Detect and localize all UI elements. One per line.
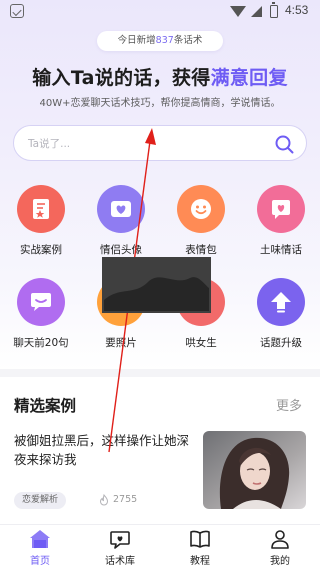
feature-icon-bg	[17, 185, 65, 233]
coax-icon	[192, 293, 210, 311]
battery-icon	[270, 2, 278, 18]
feature-icon-bg	[97, 278, 145, 326]
status-time: 4:53	[285, 3, 309, 17]
more-link[interactable]: 更多	[276, 395, 302, 414]
feature-huati-shengji[interactable]: 话题升级	[246, 278, 316, 373]
case-tag[interactable]: 恋爱解析	[14, 492, 67, 509]
feature-icon-bg	[177, 185, 225, 233]
status-bar: 4:53	[0, 0, 320, 24]
page-title-main: 输入Ta说的话，获得	[32, 67, 211, 89]
feature-icon-bg	[177, 278, 225, 326]
bottom-tab-bar: 首页 话术库 教程 我的	[0, 524, 320, 569]
feature-yao-zhaopian[interactable]: 要照片	[86, 278, 156, 373]
smiley-icon	[191, 199, 211, 219]
feature-label: 要照片	[105, 337, 137, 349]
photo-icon	[112, 295, 130, 309]
tab-label: 教程	[190, 556, 210, 567]
chat-bubble-icon	[31, 293, 51, 311]
tab-label: 首页	[30, 556, 50, 567]
feature-hong-nvsheng[interactable]: 哄女生	[166, 278, 236, 373]
feature-tuwei-qinghua[interactable]: 土味情话	[246, 185, 316, 280]
section-divider	[0, 369, 320, 377]
search-placeholder: Ta说了...	[28, 138, 71, 150]
new-today-suffix: 条话术	[173, 35, 203, 46]
page-subtitle: 40W+恋爱聊天话术技巧，帮你提高情商，学说情话。	[39, 98, 281, 109]
feature-icon-bg	[97, 185, 145, 233]
feature-icon-bg	[257, 278, 305, 326]
feature-label: 聊天前20句	[13, 337, 69, 349]
feature-label: 实战案例	[20, 244, 62, 256]
feature-shizhan-anli[interactable]: 实战案例	[6, 185, 76, 280]
feature-icon-bg	[257, 185, 305, 233]
case-views: 2755	[113, 494, 138, 505]
tab-label: 话术库	[105, 556, 135, 567]
new-today-prefix: 今日新增	[117, 35, 156, 46]
signal-icon	[251, 6, 262, 17]
featured-section-title: 精选案例	[14, 397, 77, 415]
feature-label: 情侣头像	[100, 244, 142, 256]
app-notification-icon	[10, 4, 24, 18]
tab-wode[interactable]: 我的	[250, 525, 310, 569]
case-title[interactable]: 被御姐拉黑后，这样操作让她深夜来探访我	[14, 431, 190, 469]
feature-icon-bg	[17, 278, 65, 326]
case-thumbnail-image	[203, 431, 306, 509]
tab-home[interactable]: 首页	[10, 525, 70, 569]
search-icon[interactable]	[272, 132, 296, 156]
new-today-count: 837	[155, 35, 174, 46]
arrow-up-icon	[271, 292, 291, 313]
fire-icon	[99, 494, 109, 506]
document-star-icon	[33, 199, 49, 219]
home-icon	[30, 530, 50, 548]
tab-huashuku[interactable]: 话术库	[90, 525, 150, 569]
tab-label: 我的	[270, 556, 290, 567]
feature-label: 表情包	[185, 244, 217, 256]
tab-jiaocheng[interactable]: 教程	[170, 525, 230, 569]
new-today-badge: 今日新增837条话术	[97, 31, 223, 51]
heart-chat-icon	[272, 200, 290, 219]
feature-qinglv-touxiang[interactable]: 情侣头像	[86, 185, 156, 280]
feature-label: 土味情话	[260, 244, 302, 256]
person-icon	[271, 530, 289, 549]
book-icon	[190, 530, 210, 548]
feature-biaoqingbao[interactable]: 表情包	[166, 185, 236, 280]
heart-bubble-icon	[110, 531, 130, 549]
feature-liaotian-qian20ju[interactable]: 聊天前20句	[6, 278, 76, 373]
feature-label: 哄女生	[185, 337, 217, 349]
search-input[interactable]: Ta说了...	[13, 125, 307, 161]
wifi-icon	[230, 6, 246, 17]
feature-label: 话题升级	[260, 337, 302, 349]
page-title: 输入Ta说的话，获得满意回复	[0, 63, 320, 90]
case-thumbnail[interactable]	[203, 431, 306, 509]
heart-avatar-icon	[111, 201, 131, 217]
page-title-accent: 满意回复	[210, 67, 288, 89]
